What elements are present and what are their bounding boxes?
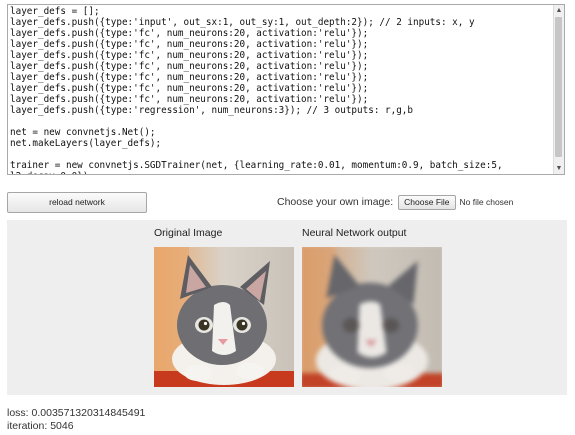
page: layer_defs = []; layer_defs.push({type:'…	[0, 0, 575, 435]
kitten-reconstruction-picture	[302, 247, 442, 387]
image-panel: Original Image Neural Network output	[7, 220, 567, 395]
choose-file-button[interactable]: Choose File	[398, 194, 456, 210]
code-text[interactable]: layer_defs = []; layer_defs.push({type:'…	[8, 5, 550, 174]
scroll-thumb[interactable]	[555, 17, 562, 157]
image-upload-row: Choose your own image: Choose File No fi…	[277, 193, 513, 211]
loss-readout: loss: 0.003571320314845491	[7, 407, 146, 419]
output-image-caption: Neural Network output	[302, 227, 407, 239]
editor-scrollbar[interactable]: ▲ ▼	[553, 5, 564, 174]
iteration-readout: iteration: 5046	[7, 420, 74, 432]
file-status: No file chosen	[459, 197, 514, 207]
code-editor[interactable]: layer_defs = []; layer_defs.push({type:'…	[7, 4, 565, 175]
original-image-caption: Original Image	[154, 227, 223, 239]
reload-network-button[interactable]: reload network	[7, 192, 147, 213]
network-output-image	[302, 247, 442, 387]
scroll-up-arrow-icon[interactable]: ▲	[554, 5, 564, 16]
kitten-picture	[154, 247, 294, 387]
original-image	[154, 247, 294, 387]
scroll-down-arrow-icon[interactable]: ▼	[554, 163, 564, 174]
upload-label: Choose your own image:	[277, 196, 394, 208]
